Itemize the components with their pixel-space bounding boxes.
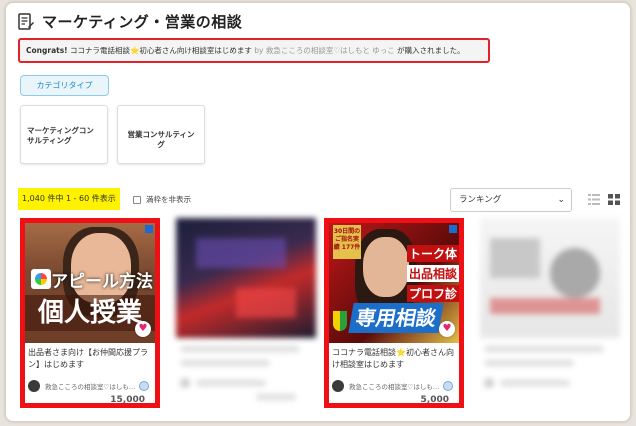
notice-tail: が購入されました。 [397, 46, 465, 55]
service-thumbnail[interactable] [480, 218, 620, 338]
thumbnail-caption: アピール方法 [51, 272, 153, 292]
page-frame: マーケティング・営業の相談 Congrats! ココナラ電話相談⭐初心者さん向け… [5, 2, 631, 422]
hide-full-label: 満枠を非表示 [146, 195, 191, 204]
page-header: マーケティング・営業の相談 [18, 11, 242, 32]
thumbnail-caption: 出品相談 [406, 265, 459, 282]
category-card-sales[interactable]: 営業コンサルティング [117, 105, 205, 164]
service-title[interactable]: 出品者さま向け【お仲間応援プラン】はじめます [28, 347, 152, 371]
service-card[interactable] [480, 218, 620, 408]
list-view-icon[interactable] [588, 194, 600, 205]
result-count: 1,040 件中 1 - 60 件表示 [18, 188, 120, 210]
rank-badge-icon [443, 381, 454, 391]
seller-name: 救急こころの相談室♡はしも… [45, 383, 136, 391]
category-card-marketing[interactable]: マーケティングコンサルティング [20, 105, 108, 164]
service-card[interactable] [176, 218, 316, 408]
thumbnail-caption: プロフ診 [406, 285, 459, 302]
checkbox-icon[interactable] [133, 195, 141, 204]
service-thumbnail[interactable]: アピール方法 個人授業 ♥ [25, 223, 155, 343]
star-icon: ⭐ [130, 46, 140, 55]
service-thumbnail[interactable] [176, 218, 316, 338]
coconala-logo-icon [31, 269, 51, 289]
sort-select[interactable]: ランキング ⌄ [450, 188, 572, 212]
service-price: 5,000 [420, 395, 449, 405]
thumbnail-ribbon: 30日間の ご指名実績 177件 [333, 225, 361, 259]
service-title[interactable]: ココナラ電話相談⭐初心者さん向け相談室はじめます [332, 347, 456, 371]
seller-name: 救急こころの相談室♡はしも… [349, 383, 440, 391]
avatar [28, 380, 40, 392]
document-icon [18, 12, 34, 30]
hide-full-checkbox[interactable]: 満枠を非表示 [133, 194, 191, 205]
notice-item[interactable]: ココナラ電話相談⭐初心者さん向け相談室はじめます [70, 46, 252, 55]
heart-icon[interactable]: ♥ [439, 321, 455, 337]
category-type-tab[interactable]: カテゴリタイプ [20, 75, 109, 96]
notice-lead: Congrats! [26, 46, 68, 55]
corner-badge-icon [449, 225, 457, 233]
service-thumbnail[interactable]: 30日間の ご指名実績 177件 トーク体 出品相談 プロフ診 専用相談 ♥ [329, 223, 459, 343]
rank-badge-icon [139, 381, 150, 391]
thumbnail-caption: 専用相談 [348, 303, 444, 333]
beginner-mark-icon [333, 311, 347, 331]
chevron-down-icon: ⌄ [557, 195, 565, 205]
star-icon: ⭐ [396, 348, 406, 357]
service-price: 15,000 [110, 395, 145, 405]
service-card[interactable]: 30日間の ご指名実績 177件 トーク体 出品相談 プロフ診 専用相談 ♥ コ… [324, 218, 464, 408]
sort-selected-value: ランキング [459, 195, 502, 205]
heart-icon[interactable]: ♥ [135, 321, 151, 337]
service-card[interactable]: アピール方法 個人授業 ♥ 出品者さま向け【お仲間応援プラン】はじめます 救急こ… [20, 218, 160, 408]
purchase-notice: Congrats! ココナラ電話相談⭐初心者さん向け相談室はじめます by 救急… [18, 38, 490, 63]
thumbnail-caption: トーク体 [406, 245, 459, 262]
page-title: マーケティング・営業の相談 [42, 13, 243, 31]
seller-row[interactable]: 救急こころの相談室♡はしも… [332, 380, 456, 392]
seller-row[interactable]: 救急こころの相談室♡はしも… [28, 380, 152, 392]
avatar [332, 380, 344, 392]
grid-view-icon[interactable] [608, 194, 620, 205]
corner-badge-icon [145, 225, 153, 233]
notice-seller[interactable]: by 救急こころの相談室♡はしもと ゆっこ [254, 46, 395, 55]
